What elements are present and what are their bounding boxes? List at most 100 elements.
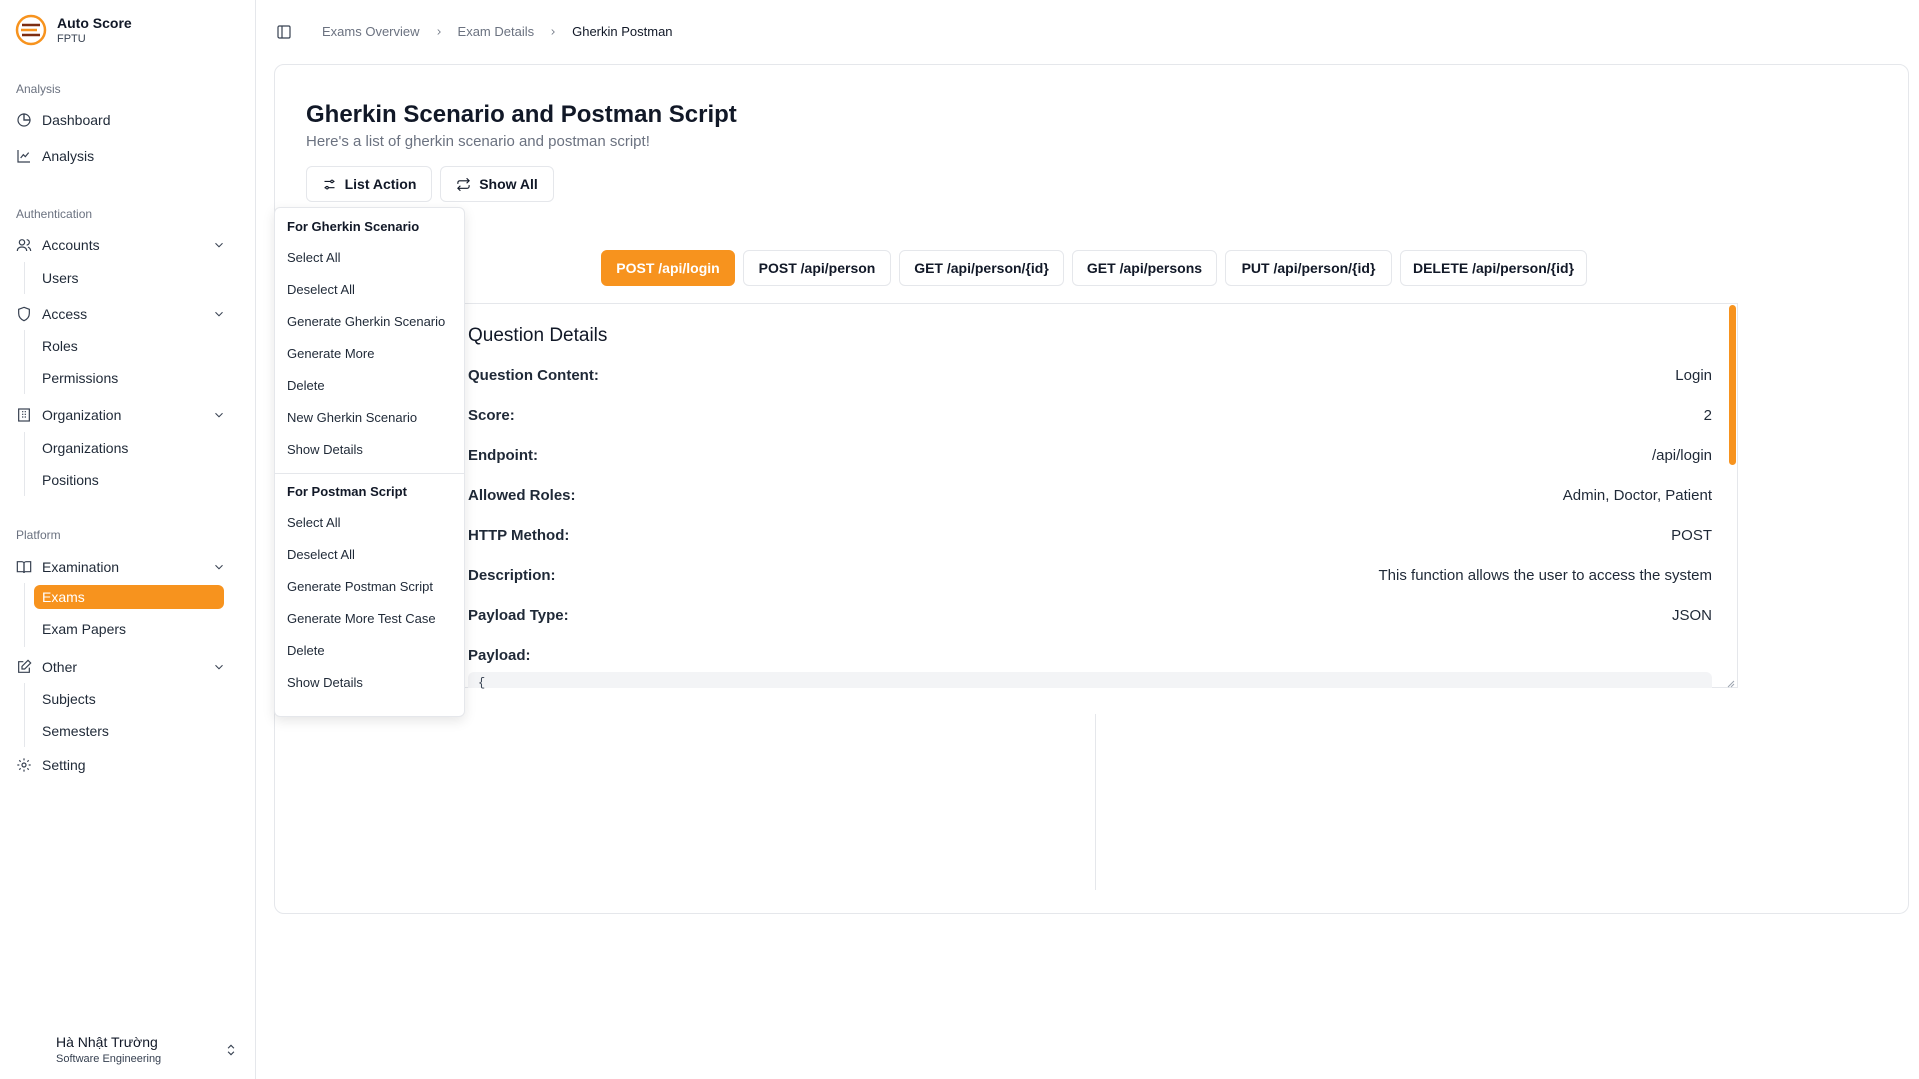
menu-item-gherkin-select-all[interactable]: Select All: [287, 247, 463, 269]
menu-heading-postman: For Postman Script: [287, 484, 407, 499]
brand[interactable]: Auto Score FPTU: [15, 14, 132, 46]
menu-separator: [275, 473, 464, 474]
user-profile[interactable]: Hà Nhật Trường Software Engineering: [56, 1034, 161, 1065]
menu-item-postman-show-details[interactable]: Show Details: [287, 672, 463, 694]
list-action-button[interactable]: List Action: [306, 166, 432, 202]
payload-type-label: Payload Type:: [468, 607, 569, 624]
users-icon: [16, 239, 32, 252]
http-method-label: HTTP Method:: [468, 527, 570, 544]
chevron-down-icon: [215, 311, 223, 317]
repeat-icon: [457, 177, 471, 191]
user-role: Software Engineering: [56, 1053, 162, 1065]
payload-code-text: {: [478, 676, 486, 690]
resize-grip-icon[interactable]: [1727, 680, 1735, 688]
sidebar-item-exam-papers[interactable]: Exam Papers: [34, 617, 224, 641]
chevron-down-icon: [215, 564, 223, 570]
chevrons-up-down-icon[interactable]: [224, 1043, 238, 1057]
chevron-down-icon: [215, 242, 223, 248]
breadcrumb: Exams Overview Exam Details Gherkin Post…: [322, 24, 673, 39]
menu-item-new-gherkin-scenario[interactable]: New Gherkin Scenario: [287, 407, 463, 429]
sidebar-item-semesters[interactable]: Semesters: [34, 719, 224, 743]
sidebar-item-organizations[interactable]: Organizations: [34, 436, 224, 460]
sidebar-item-positions[interactable]: Positions: [34, 468, 224, 492]
details-scrollbar[interactable]: [1729, 305, 1736, 465]
sidebar-item-label: Organizations: [42, 440, 129, 456]
page-subtitle: Here's a list of gherkin scenario and po…: [306, 133, 650, 150]
show-all-label: Show All: [479, 176, 538, 192]
payload-label: Payload:: [468, 647, 531, 664]
sidebar-item-label: Organization: [42, 407, 122, 423]
menu-item-generate-more-test-case[interactable]: Generate More Test Case: [287, 608, 463, 630]
user-name: Hà Nhật Trường: [56, 1034, 158, 1050]
sidebar-item-label: Semesters: [42, 723, 109, 739]
menu-item-gherkin-show-details[interactable]: Show Details: [287, 439, 463, 461]
sidebar-item-label: Access: [42, 306, 88, 322]
chevron-down-icon: [215, 664, 223, 670]
breadcrumb-current: Gherkin Postman: [572, 24, 673, 39]
question-content-label: Question Content:: [468, 367, 599, 384]
show-all-button[interactable]: Show All: [440, 166, 554, 202]
description-value: This function allows the user to access …: [1378, 567, 1712, 584]
menu-item-gherkin-deselect-all[interactable]: Deselect All: [287, 279, 463, 301]
sidebar-item-roles[interactable]: Roles: [34, 334, 224, 358]
allowed-roles-value: Admin, Doctor, Patient: [1562, 487, 1712, 504]
sidebar-item-label: Permissions: [42, 370, 119, 386]
sidebar-item-label: Dashboard: [42, 112, 111, 128]
sidebar-item-label: Accounts: [42, 237, 100, 253]
sidebar-item-users[interactable]: Users: [34, 266, 224, 290]
menu-item-generate-gherkin-scenario[interactable]: Generate Gherkin Scenario: [287, 311, 463, 333]
tab-put-api-person-id[interactable]: PUT /api/person/{id}: [1225, 250, 1392, 286]
payload-type-value: JSON: [1671, 607, 1712, 624]
sidebar-item-label: Positions: [42, 472, 99, 488]
tab-get-api-persons[interactable]: GET /api/persons: [1072, 250, 1217, 286]
sidebar-item-dashboard[interactable]: Dashboard: [14, 106, 242, 134]
section-authentication: Authentication: [16, 207, 93, 221]
question-content-value: Login: [1675, 367, 1712, 384]
book-open-icon: [16, 561, 32, 574]
menu-item-postman-deselect-all[interactable]: Deselect All: [287, 544, 463, 566]
other-subtree: Subjects Semesters: [24, 683, 109, 747]
line-chart-icon: [17, 150, 30, 163]
tab-post-api-person[interactable]: POST /api/person: [743, 250, 891, 286]
tab-post-api-login[interactable]: POST /api/login: [601, 250, 735, 286]
sidebar-item-label: Analysis: [42, 148, 95, 164]
pie-chart-icon: [17, 113, 31, 127]
menu-item-gherkin-delete[interactable]: Delete: [287, 375, 463, 397]
sidebar-toggle-icon[interactable]: [276, 24, 292, 40]
tab-delete-api-person-id[interactable]: DELETE /api/person/{id}: [1400, 250, 1587, 286]
sidebar-item-label: Examination: [42, 559, 120, 575]
question-details-title: Question Details: [468, 325, 608, 346]
chevron-right-icon: [436, 28, 441, 35]
sidebar-item-exams[interactable]: Exams: [34, 585, 224, 609]
menu-item-postman-delete[interactable]: Delete: [287, 640, 463, 662]
section-analysis: Analysis: [16, 82, 61, 96]
brand-sub: FPTU: [57, 33, 86, 45]
sidebar-item-setting[interactable]: Setting: [14, 751, 242, 779]
sidebar-item-label: Setting: [42, 757, 86, 773]
tab-get-api-person-id[interactable]: GET /api/person/{id}: [899, 250, 1064, 286]
menu-item-postman-select-all[interactable]: Select All: [287, 512, 463, 534]
organization-subtree: Organizations Positions: [24, 432, 128, 496]
score-value: 2: [1703, 407, 1712, 424]
description-label: Description:: [468, 567, 556, 584]
endpoint-label: Endpoint:: [468, 447, 538, 464]
content-divider: [1095, 714, 1096, 890]
breadcrumb-exam-details[interactable]: Exam Details: [458, 24, 535, 39]
sidebar-item-permissions[interactable]: Permissions: [34, 366, 224, 390]
sidebar-item-accounts[interactable]: Accounts: [14, 231, 242, 259]
score-label: Score:: [468, 407, 515, 424]
menu-item-generate-postman-script[interactable]: Generate Postman Script: [287, 576, 463, 598]
sidebar-item-other[interactable]: Other: [14, 653, 242, 681]
menu-item-gherkin-generate-more[interactable]: Generate More: [287, 343, 463, 365]
breadcrumb-exams-overview[interactable]: Exams Overview: [322, 24, 420, 39]
question-details-panel[interactable]: [440, 303, 1738, 688]
accounts-subtree: Users: [24, 262, 79, 294]
sidebar-item-organization[interactable]: Organization: [14, 401, 242, 429]
sidebar-item-examination[interactable]: Examination: [14, 553, 242, 581]
sidebar-item-analysis[interactable]: Analysis: [14, 142, 242, 170]
sidebar-item-subjects[interactable]: Subjects: [34, 687, 224, 711]
brand-logo-icon: [15, 14, 47, 46]
sidebar-item-label: Users: [42, 270, 79, 286]
sidebar-item-access[interactable]: Access: [14, 300, 242, 328]
list-action-label: List Action: [344, 176, 417, 192]
